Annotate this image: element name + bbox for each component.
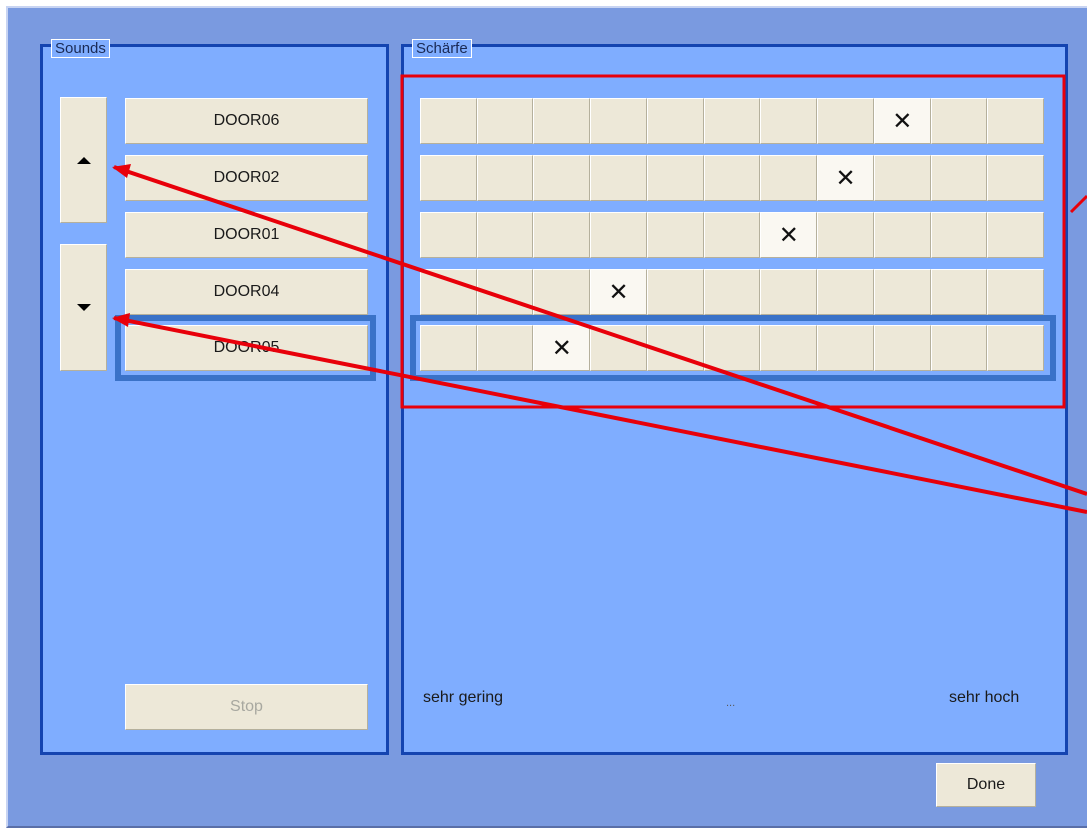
- sound-button-label: DOOR04: [213, 283, 280, 300]
- move-down-button[interactable]: [60, 244, 107, 371]
- rating-cell[interactable]: [987, 325, 1045, 371]
- sound-button-door01[interactable]: DOOR01: [125, 212, 368, 258]
- rating-mark-icon: ✕: [892, 107, 913, 135]
- rating-cell[interactable]: [590, 98, 647, 144]
- rating-cell[interactable]: [873, 212, 931, 258]
- rating-cell[interactable]: [873, 269, 931, 315]
- rating-mark-icon: ✕: [778, 221, 799, 249]
- rating-cell[interactable]: ✕: [760, 212, 818, 258]
- rating-cell[interactable]: [420, 98, 477, 144]
- rating-row-door05: ✕: [420, 325, 1045, 371]
- rating-mark-icon: ✕: [551, 334, 572, 362]
- rating-cell[interactable]: [590, 325, 647, 371]
- rating-cell[interactable]: [760, 155, 818, 201]
- rating-cell[interactable]: [873, 155, 931, 201]
- sound-button-label: DOOR01: [213, 226, 280, 243]
- sound-button-door05[interactable]: DOOR05: [125, 325, 368, 371]
- rating-cell[interactable]: [420, 325, 477, 371]
- rating-cell[interactable]: [987, 155, 1045, 201]
- rating-cell[interactable]: [476, 155, 534, 201]
- sound-button-label: DOOR06: [213, 112, 280, 129]
- rating-cell[interactable]: [476, 269, 534, 315]
- rating-cell[interactable]: [590, 155, 647, 201]
- rating-mark-icon: ✕: [608, 278, 629, 306]
- rating-cell[interactable]: [930, 155, 988, 201]
- rating-panel-title: Schärfe: [412, 39, 472, 58]
- rating-cell[interactable]: [646, 212, 704, 258]
- sound-button-label: DOOR02: [213, 169, 280, 186]
- rating-cell[interactable]: [590, 212, 647, 258]
- rating-cell[interactable]: [533, 98, 591, 144]
- move-up-button[interactable]: [60, 97, 107, 223]
- rating-cell[interactable]: [476, 325, 534, 371]
- rating-cell[interactable]: [760, 325, 818, 371]
- rating-cell[interactable]: [930, 269, 988, 315]
- rating-cell[interactable]: [420, 155, 477, 201]
- rating-cell[interactable]: [476, 98, 534, 144]
- rating-cell[interactable]: [987, 269, 1045, 315]
- rating-cell[interactable]: [420, 212, 477, 258]
- rating-cell[interactable]: ✕: [533, 325, 591, 371]
- rating-cell[interactable]: [987, 98, 1045, 144]
- rating-cell[interactable]: [760, 98, 818, 144]
- scale-min-label: sehr gering: [423, 689, 504, 706]
- rating-cell[interactable]: ✕: [817, 155, 874, 201]
- sound-button-label: DOOR05: [213, 339, 280, 356]
- sounds-panel-title: Sounds: [51, 39, 110, 58]
- rating-cell[interactable]: [930, 212, 988, 258]
- rating-cell[interactable]: ✕: [873, 98, 931, 144]
- rating-cell[interactable]: [533, 212, 591, 258]
- rating-cell[interactable]: [703, 325, 761, 371]
- rating-cell[interactable]: [817, 325, 874, 371]
- sound-button-door04[interactable]: DOOR04: [125, 269, 368, 315]
- rating-cell[interactable]: [873, 325, 931, 371]
- rating-cell[interactable]: [930, 325, 988, 371]
- scale-max-label: sehr hoch: [949, 689, 1020, 706]
- sound-button-door06[interactable]: DOOR06: [125, 98, 368, 144]
- triangle-up-icon: [76, 156, 91, 164]
- rating-cell[interactable]: [533, 155, 591, 201]
- rating-cell[interactable]: [817, 269, 874, 315]
- rating-mark-icon: ✕: [835, 164, 856, 192]
- scale-mid-label: ...: [726, 697, 736, 709]
- done-button[interactable]: Done: [936, 763, 1036, 807]
- rating-cell[interactable]: [646, 98, 704, 144]
- rating-cell[interactable]: [703, 269, 761, 315]
- rating-cell[interactable]: [817, 98, 874, 144]
- sound-button-door02[interactable]: DOOR02: [125, 155, 368, 201]
- rating-panel: Schärfe: [401, 39, 1068, 755]
- rating-cell[interactable]: [476, 212, 534, 258]
- stop-button[interactable]: Stop: [125, 684, 368, 730]
- rating-cell[interactable]: [703, 155, 761, 201]
- rating-cell[interactable]: ✕: [590, 269, 647, 315]
- stop-button-label: Stop: [230, 698, 263, 715]
- done-button-label: Done: [966, 776, 1006, 793]
- rating-row-door01: ✕: [420, 212, 1045, 258]
- rating-cell[interactable]: [533, 269, 591, 315]
- rating-cell[interactable]: [930, 98, 988, 144]
- rating-row-door06: ✕: [420, 98, 1045, 144]
- rating-cell[interactable]: [760, 269, 818, 315]
- rating-cell[interactable]: [987, 212, 1045, 258]
- rating-row-door02: ✕: [420, 155, 1045, 201]
- rating-cell[interactable]: [646, 155, 704, 201]
- rating-cell[interactable]: [703, 212, 761, 258]
- rating-row-door04: ✕: [420, 269, 1045, 315]
- rating-cell[interactable]: [646, 325, 704, 371]
- rating-cell[interactable]: [703, 98, 761, 144]
- rating-cell[interactable]: [646, 269, 704, 315]
- rating-cell[interactable]: [420, 269, 477, 315]
- rating-cell[interactable]: [817, 212, 874, 258]
- triangle-down-icon: [76, 304, 91, 311]
